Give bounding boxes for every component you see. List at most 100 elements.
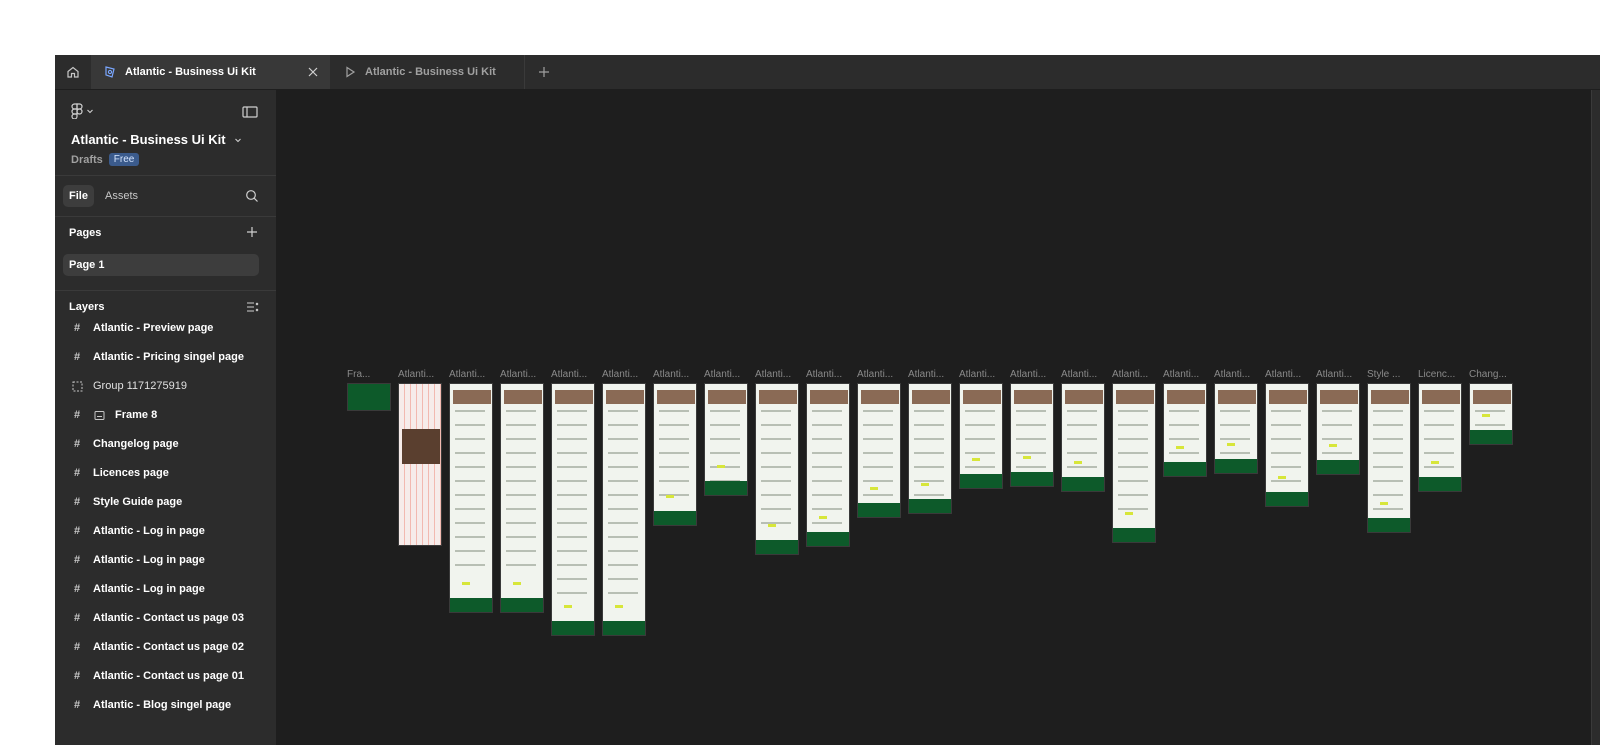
- frame-thumbnail[interactable]: [653, 383, 697, 526]
- frame-label[interactable]: Atlanti...: [449, 369, 497, 380]
- figma-logo-icon: [71, 103, 83, 119]
- frame-text-line: [659, 494, 689, 496]
- frame-label[interactable]: Atlanti...: [398, 369, 446, 380]
- frame-thumbnail[interactable]: [1214, 383, 1258, 474]
- frame-label[interactable]: Atlanti...: [908, 369, 956, 380]
- frame-text-line: [506, 564, 536, 566]
- layer-item[interactable]: # Atlantic - Contact us page 03: [55, 604, 276, 632]
- frame-text-line: [608, 564, 638, 566]
- frame-thumbnail[interactable]: [1112, 383, 1156, 543]
- frame-label[interactable]: Atlanti...: [959, 369, 1007, 380]
- frame-footer-block: [909, 499, 951, 513]
- frame-label[interactable]: Atlanti...: [704, 369, 752, 380]
- file-title[interactable]: Atlantic - Business Ui Kit: [71, 132, 242, 147]
- frame-label[interactable]: Style ...: [1367, 369, 1415, 380]
- frame-thumbnail[interactable]: [1469, 383, 1513, 445]
- frame-thumbnail[interactable]: [704, 383, 748, 496]
- frame-text-line: [455, 452, 485, 454]
- frame-content-block: [810, 390, 848, 404]
- frame-accent-button: [1278, 476, 1286, 479]
- frame-thumbnail[interactable]: [398, 383, 442, 546]
- frame-text-line: [1220, 410, 1250, 412]
- frame-label[interactable]: Atlanti...: [1163, 369, 1211, 380]
- frame-icon: #: [73, 641, 81, 653]
- search-icon[interactable]: [245, 189, 259, 208]
- tab-design-file[interactable]: Atlantic - Business Ui Kit: [91, 55, 330, 89]
- frame-text-line: [455, 550, 485, 552]
- page-item-page-1[interactable]: Page 1: [63, 254, 259, 276]
- frame-thumbnail[interactable]: [1418, 383, 1462, 492]
- frame-thumbnail[interactable]: [959, 383, 1003, 489]
- frame-thumbnail[interactable]: [347, 383, 391, 411]
- frame-thumbnail[interactable]: [908, 383, 952, 514]
- frame-thumbnail[interactable]: [602, 383, 646, 636]
- frame-label[interactable]: Atlanti...: [653, 369, 701, 380]
- home-button[interactable]: [55, 55, 92, 89]
- frame-label[interactable]: Atlanti...: [1112, 369, 1160, 380]
- frame-text-line: [710, 424, 740, 426]
- layer-item[interactable]: # Atlantic - Preview page: [55, 314, 276, 342]
- frame-label[interactable]: Atlanti...: [1010, 369, 1058, 380]
- file-header: Atlantic - Business Ui Kit Drafts Free: [55, 90, 276, 176]
- frame-label[interactable]: Licenc...: [1418, 369, 1466, 380]
- frame-thumbnail[interactable]: [1163, 383, 1207, 477]
- toggle-sidebar-button[interactable]: [242, 105, 258, 124]
- layer-item[interactable]: # Style Guide page: [55, 488, 276, 516]
- frame-thumbnail[interactable]: [806, 383, 850, 547]
- drafts-link[interactable]: Drafts: [71, 154, 103, 166]
- layer-item[interactable]: # Licences page: [55, 459, 276, 487]
- frame-thumbnail[interactable]: [1265, 383, 1309, 507]
- frame-thumbnail[interactable]: [1316, 383, 1360, 475]
- figma-app-window: Atlantic - Business Ui Kit Atlantic - Bu…: [55, 55, 1600, 745]
- layer-item[interactable]: # Atlantic - Log in page: [55, 575, 276, 603]
- frame-thumbnail[interactable]: [857, 383, 901, 518]
- frame-label[interactable]: Atlanti...: [857, 369, 905, 380]
- frame-label[interactable]: Atlanti...: [1265, 369, 1313, 380]
- add-page-button[interactable]: [246, 225, 260, 239]
- layer-item[interactable]: Group 1171275919: [55, 372, 276, 400]
- frame-accent-button: [666, 495, 674, 498]
- frame-label[interactable]: Atlanti...: [1316, 369, 1364, 380]
- layer-item[interactable]: # Frame 8: [55, 401, 276, 429]
- frame-label[interactable]: Atlanti...: [1061, 369, 1109, 380]
- frame-content-block: [1014, 390, 1052, 404]
- layer-item[interactable]: # Atlantic - Log in page: [55, 546, 276, 574]
- frame-text-line: [1220, 424, 1250, 426]
- frame-text-line: [506, 424, 536, 426]
- new-tab-button[interactable]: [535, 63, 553, 81]
- frame-label[interactable]: Atlanti...: [551, 369, 599, 380]
- frame-label[interactable]: Atlanti...: [602, 369, 650, 380]
- frame-thumbnail[interactable]: [1010, 383, 1054, 487]
- frame-thumbnail[interactable]: [551, 383, 595, 636]
- layer-item[interactable]: # Atlantic - Blog singel page: [55, 691, 276, 719]
- file-location: Drafts Free: [71, 153, 140, 166]
- plan-badge[interactable]: Free: [108, 153, 140, 166]
- frame-label[interactable]: Atlanti...: [500, 369, 548, 380]
- frame-thumbnail[interactable]: [449, 383, 493, 613]
- close-tab-icon[interactable]: [306, 65, 320, 79]
- tab-assets[interactable]: Assets: [99, 185, 144, 207]
- tab-prototype[interactable]: Atlantic - Business Ui Kit: [331, 55, 525, 89]
- frame-thumbnail[interactable]: [500, 383, 544, 613]
- frame-label[interactable]: Atlanti...: [1214, 369, 1262, 380]
- frame-thumbnail[interactable]: [755, 383, 799, 555]
- layer-item[interactable]: # Atlantic - Pricing singel page: [55, 343, 276, 371]
- frame-label[interactable]: Fra...: [347, 369, 395, 380]
- frame-label[interactable]: Atlanti...: [755, 369, 803, 380]
- frame-label[interactable]: Chang...: [1469, 369, 1517, 380]
- layer-item[interactable]: # Atlantic - Contact us page 01: [55, 662, 276, 690]
- frame-thumbnail[interactable]: [1061, 383, 1105, 492]
- frame-text-line: [608, 522, 638, 524]
- layer-item[interactable]: # Atlantic - Log in page: [55, 517, 276, 545]
- frame-thumbnail[interactable]: [1367, 383, 1411, 533]
- layer-item[interactable]: # Changelog page: [55, 430, 276, 458]
- frame-text-line: [863, 424, 893, 426]
- frame-text-line: [710, 438, 740, 440]
- frame-label[interactable]: Atlanti...: [806, 369, 854, 380]
- tab-design-file-label: Atlantic - Business Ui Kit: [125, 66, 256, 78]
- main-menu-button[interactable]: [71, 103, 94, 119]
- design-canvas[interactable]: Fra... Atlanti... Atlanti... Atlanti... Atla…: [277, 90, 1600, 745]
- layer-item[interactable]: # Atlantic - Contact us page 02: [55, 633, 276, 661]
- tab-file[interactable]: File: [63, 185, 94, 207]
- frame-text-line: [455, 494, 485, 496]
